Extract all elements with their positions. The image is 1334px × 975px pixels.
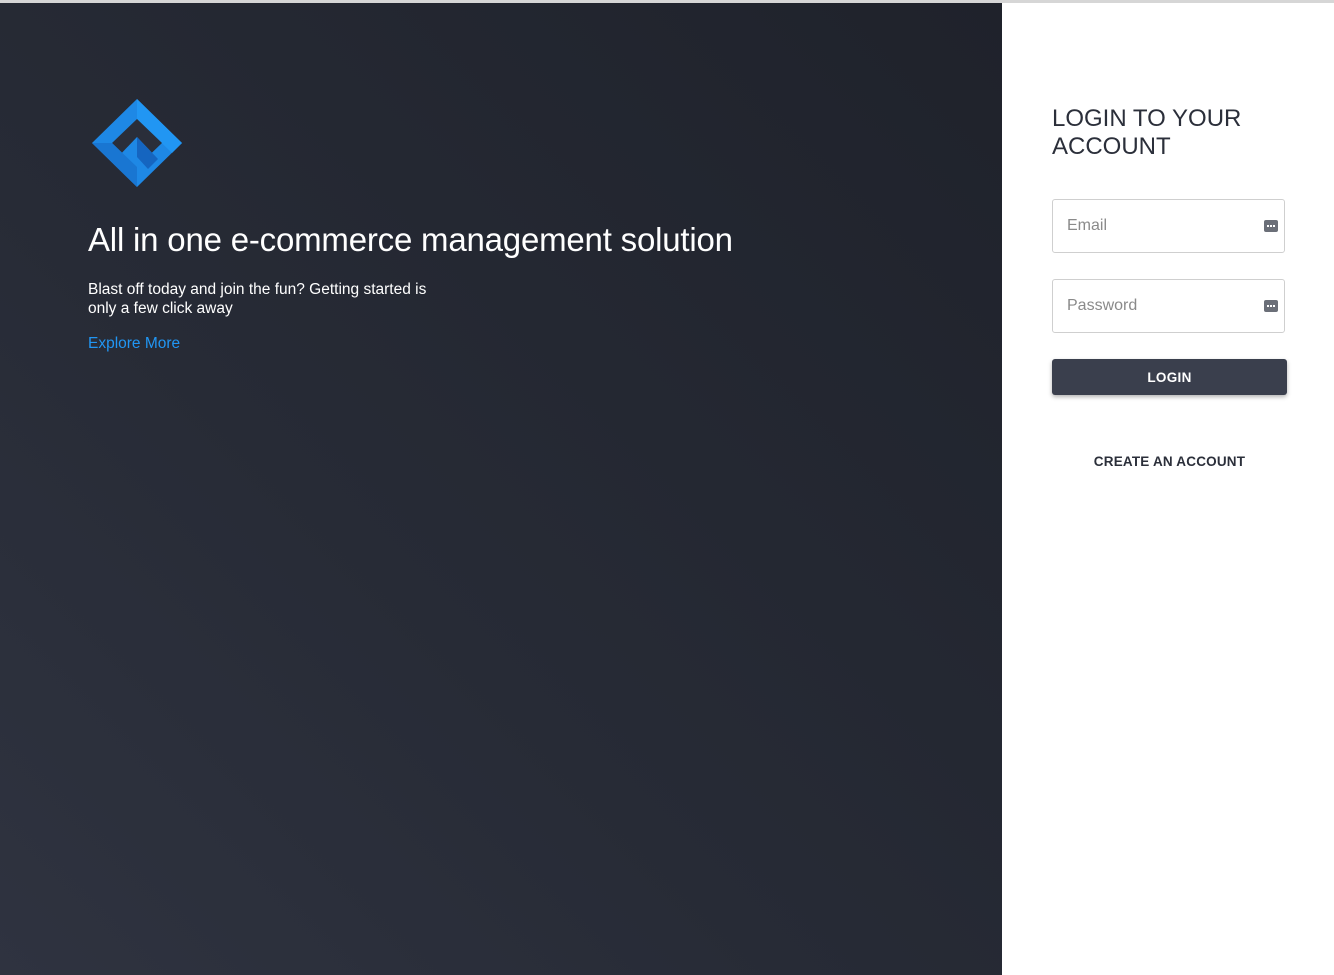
login-button[interactable]: LOGIN — [1052, 359, 1287, 395]
autofill-key-icon[interactable] — [1264, 220, 1278, 232]
explore-more-link[interactable]: Explore More — [88, 335, 180, 353]
email-field-wrapper — [1052, 199, 1285, 253]
password-field-wrapper — [1052, 279, 1285, 333]
hero-subtext: Blast off today and join the fun? Gettin… — [88, 281, 427, 317]
hero-panel: All in one e-commerce management solutio… — [0, 3, 1002, 975]
company-logo-icon — [92, 99, 182, 187]
create-account-button[interactable]: CREATE AN ACCOUNT — [1052, 449, 1287, 473]
login-panel: LOGIN TO YOUR ACCOUNT LOGIN CREATE AN AC… — [1002, 3, 1334, 975]
autofill-key-icon[interactable] — [1264, 300, 1278, 312]
login-title: LOGIN TO YOUR ACCOUNT — [1052, 105, 1242, 160]
password-input[interactable] — [1053, 280, 1284, 332]
email-input[interactable] — [1053, 200, 1284, 252]
hero-headline: All in one e-commerce management solutio… — [88, 221, 733, 258]
